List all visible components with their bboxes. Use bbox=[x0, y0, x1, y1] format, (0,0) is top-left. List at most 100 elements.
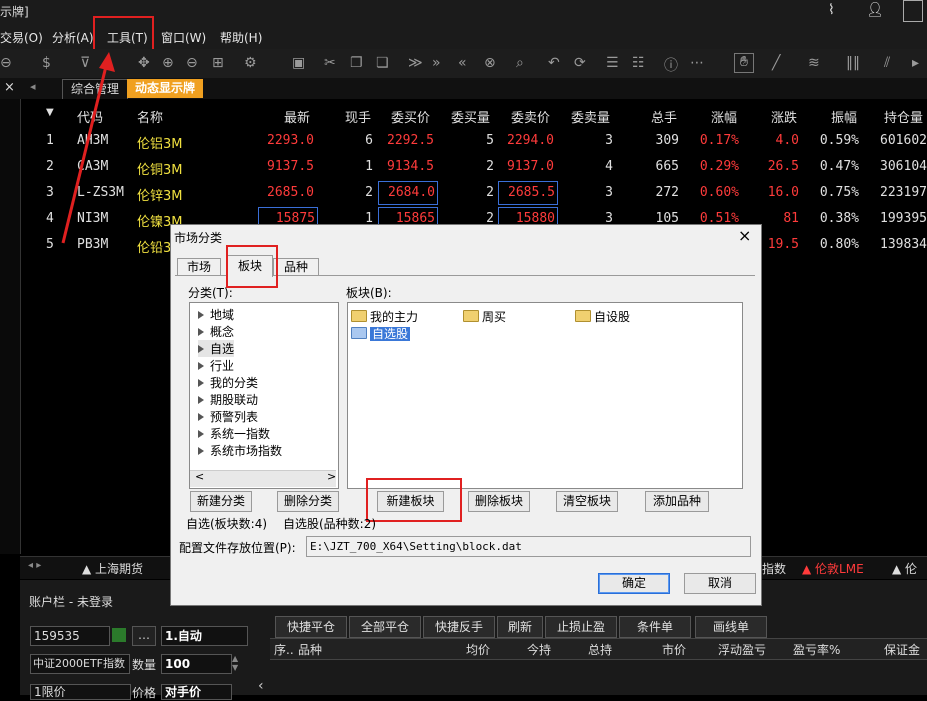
quantity-stepper[interactable]: ▲ ▼ bbox=[232, 654, 238, 672]
col-last[interactable]: 最新 bbox=[284, 107, 310, 126]
dots-icon[interactable]: ⋯ bbox=[690, 55, 704, 71]
cell-total[interactable]: 272 bbox=[620, 185, 679, 200]
col-total[interactable]: 总手 bbox=[651, 107, 677, 126]
user-icon[interactable]: 👤︎ bbox=[866, 2, 884, 18]
quick-close-button[interactable]: 快捷平仓 bbox=[275, 616, 347, 638]
path-field[interactable]: E:\JZT_700_X64\Setting\block.dat bbox=[306, 536, 751, 557]
gear-icon[interactable]: ⚙ bbox=[244, 55, 257, 71]
cell-vol[interactable]: 2 bbox=[320, 185, 373, 200]
stop-loss-button[interactable]: 止损止盈 bbox=[545, 616, 617, 638]
scroll-right-icon[interactable]: > bbox=[327, 470, 336, 483]
pos-col-float-pnl[interactable]: 浮动盈亏 bbox=[718, 641, 766, 658]
strip-nav-icon[interactable]: ◂ ▸ bbox=[28, 560, 41, 571]
cell-last[interactable]: 2685.0 bbox=[232, 185, 314, 200]
save-icon[interactable]: ▣ bbox=[292, 55, 305, 71]
cell-askq[interactable]: 4 bbox=[560, 159, 613, 174]
conditional-order-button[interactable]: 条件单 bbox=[619, 616, 691, 638]
lock-icon[interactable] bbox=[112, 628, 126, 642]
price-field[interactable]: 对手价 bbox=[161, 684, 232, 700]
tab-scroll-left-icon[interactable]: ◂ bbox=[30, 80, 36, 93]
cell-amp[interactable]: 0.47% bbox=[802, 159, 859, 174]
list2-icon[interactable]: ☷ bbox=[632, 55, 645, 71]
cell-name[interactable]: 伦铜3M bbox=[137, 159, 227, 178]
col-bid[interactable]: 委买价 bbox=[391, 107, 430, 126]
col-ask[interactable]: 委卖价 bbox=[511, 107, 550, 126]
category-item-selected[interactable]: 自选 bbox=[198, 340, 235, 357]
cell-chg-pct[interactable]: 0.29% bbox=[682, 159, 739, 174]
line-order-button[interactable]: 画线单 bbox=[695, 616, 767, 638]
undo-icon[interactable]: ↶ bbox=[548, 55, 560, 71]
cut-icon[interactable]: ✂ bbox=[324, 55, 336, 71]
cell-total[interactable]: 309 bbox=[620, 133, 679, 148]
category-item[interactable]: 系统市场指数 bbox=[198, 442, 282, 459]
cell-oi[interactable]: 139834 bbox=[870, 237, 927, 252]
cell-ask[interactable]: 2685.5 bbox=[498, 181, 558, 205]
category-item[interactable]: 期股联动 bbox=[198, 391, 258, 408]
col-change-pct[interactable]: 涨幅 bbox=[711, 107, 737, 126]
category-item[interactable]: 系统一指数 bbox=[198, 425, 270, 442]
mode-select[interactable]: 1.自动 bbox=[161, 626, 248, 646]
block-item[interactable]: 我的主力 bbox=[351, 308, 418, 325]
cell-ask[interactable]: 2294.0 bbox=[498, 133, 554, 148]
cell-bid[interactable]: 9134.5 bbox=[378, 159, 434, 174]
col-open-interest[interactable]: 持仓量 bbox=[884, 107, 923, 126]
cell-chg[interactable]: 16.0 bbox=[742, 185, 799, 200]
cell-oi[interactable]: 601602 bbox=[870, 133, 927, 148]
block-item-selected[interactable]: 自选股 bbox=[351, 325, 411, 342]
instrument-field[interactable]: 中证2000ETF指数 bbox=[30, 654, 130, 674]
cell-chg[interactable]: 26.5 bbox=[742, 159, 799, 174]
dollar-icon[interactable]: $ bbox=[42, 55, 51, 71]
menu-help[interactable]: 帮助(H) bbox=[220, 29, 262, 46]
account-number-field[interactable]: 159535 bbox=[30, 626, 110, 646]
info-icon[interactable]: ⓘ bbox=[664, 55, 678, 75]
refresh-icon[interactable]: ⟳ bbox=[574, 55, 586, 71]
hand-icon[interactable]: ✋︎ bbox=[734, 53, 754, 73]
category-item[interactable]: 概念 bbox=[198, 323, 234, 340]
cell-chg-pct[interactable]: 0.17% bbox=[682, 133, 739, 148]
bars-icon[interactable]: ‖‖ bbox=[846, 55, 860, 71]
category-item[interactable]: 行业 bbox=[198, 357, 234, 374]
forward-icon[interactable]: ≫ bbox=[408, 55, 423, 71]
cell-vol[interactable]: 6 bbox=[320, 133, 373, 148]
cell-oi[interactable]: 306104 bbox=[870, 159, 927, 174]
block-item[interactable]: 自设股 bbox=[575, 308, 630, 325]
pos-col-margin[interactable]: 保证金 bbox=[884, 641, 920, 658]
dialog-tab-market[interactable]: 市场 bbox=[177, 258, 221, 276]
market-tab-index[interactable]: 指数 bbox=[762, 560, 786, 577]
col-change[interactable]: 涨跌 bbox=[771, 107, 797, 126]
fast-forward-icon[interactable]: » bbox=[432, 55, 441, 71]
cancel-button[interactable]: 取消 bbox=[684, 573, 756, 594]
close-all-button[interactable]: 全部平仓 bbox=[349, 616, 421, 638]
new-category-button[interactable]: 新建分类 bbox=[190, 491, 252, 512]
cell-vol[interactable]: 1 bbox=[320, 159, 373, 174]
cell-chg-pct[interactable]: 0.60% bbox=[682, 185, 739, 200]
cell-bid[interactable]: 2292.5 bbox=[378, 133, 434, 148]
delete-category-button[interactable]: 删除分类 bbox=[277, 491, 339, 512]
col-name[interactable]: 名称 bbox=[137, 107, 163, 126]
cell-bidq[interactable]: 2 bbox=[440, 159, 494, 174]
clear-block-button[interactable]: 清空板块 bbox=[556, 491, 618, 512]
cell-bid[interactable]: 2684.0 bbox=[378, 181, 438, 205]
paste-icon[interactable]: ❏ bbox=[376, 55, 389, 71]
move-icon[interactable]: ✥ bbox=[138, 55, 150, 71]
market-tab-lme[interactable]: ▲ 伦敦LME bbox=[802, 560, 864, 577]
cell-amp[interactable]: 0.75% bbox=[802, 185, 859, 200]
cell-ask[interactable]: 9137.0 bbox=[498, 159, 554, 174]
ok-button[interactable]: 确定 bbox=[598, 573, 670, 594]
cell-chg[interactable]: 4.0 bbox=[742, 133, 799, 148]
col-volume[interactable]: 现手 bbox=[345, 107, 371, 126]
cell-askq[interactable]: 3 bbox=[560, 133, 613, 148]
sort-down-icon[interactable]: ▼ bbox=[46, 107, 54, 118]
cell-amp[interactable]: 0.59% bbox=[802, 133, 859, 148]
cell-name[interactable]: 伦铝3M bbox=[137, 133, 227, 152]
fib-icon[interactable]: ≋ bbox=[808, 55, 820, 71]
pos-col-avg[interactable]: 均价 bbox=[466, 641, 490, 658]
more-icon[interactable]: ▸ bbox=[912, 55, 919, 71]
add-item-button[interactable]: 添加品种 bbox=[645, 491, 709, 512]
quick-reverse-button[interactable]: 快捷反手 bbox=[423, 616, 495, 638]
scroll-left-icon[interactable]: < bbox=[195, 470, 204, 483]
dialog-close-icon[interactable]: × bbox=[738, 226, 751, 245]
grid-icon[interactable]: ⊞ bbox=[212, 55, 224, 71]
dialog-tab-variety[interactable]: 品种 bbox=[273, 258, 319, 276]
minimize-icon[interactable] bbox=[903, 0, 923, 22]
